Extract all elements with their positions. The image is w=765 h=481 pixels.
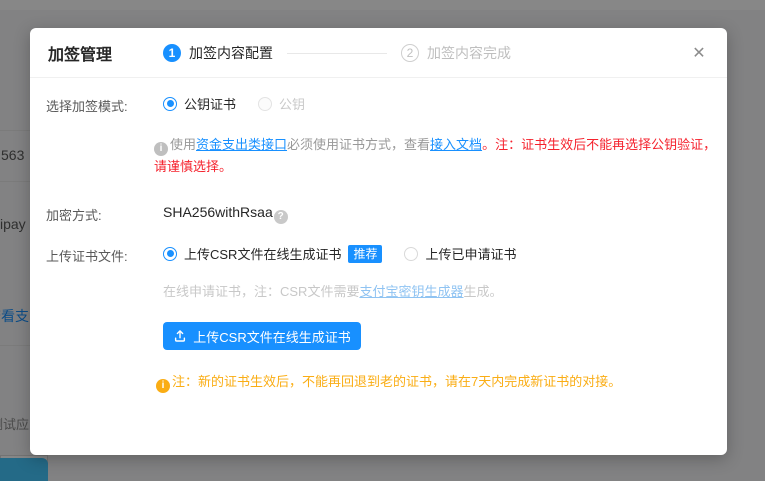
encrypt-algorithm-value: SHA256withRsaa xyxy=(163,204,273,220)
mode-radio-group: 公钥证书 公钥 xyxy=(163,94,305,113)
hint-pre: 在线申请证书，注：CSR文件需要 xyxy=(163,284,359,299)
step-1-circle: 1 xyxy=(163,44,181,62)
upload-radio-group: 上传CSR文件在线生成证书 推荐 上传已申请证书 xyxy=(163,244,516,263)
dialog-header: 加签管理 1 加签内容配置 2 加签内容完成 ✕ xyxy=(30,28,727,78)
cert-mode-note: i使用资金支出类接口必须使用证书方式，查看接入文档。注：证书生效后不能再选择公钥… xyxy=(154,134,726,177)
fund-api-link[interactable]: 资金支出类接口 xyxy=(196,137,287,152)
upload-row-label: 上传证书文件: xyxy=(46,246,128,265)
hint-post: 生成。 xyxy=(463,284,502,299)
step-2-label: 加签内容完成 xyxy=(427,43,511,63)
upload-csr-button[interactable]: 上传CSR文件在线生成证书 xyxy=(163,322,361,350)
note-mid: 必须使用证书方式，查看 xyxy=(287,137,430,152)
info-icon: i xyxy=(154,142,168,156)
question-icon[interactable]: ? xyxy=(274,210,288,224)
csr-hint: 在线申请证书，注：CSR文件需要支付宝密钥生成器生成。 xyxy=(163,281,502,300)
radio-csr-online-label[interactable]: 上传CSR文件在线生成证书 xyxy=(184,244,341,263)
step-connector xyxy=(287,53,387,54)
note-pre: 使用 xyxy=(170,137,196,152)
radio-public-key-cert-label[interactable]: 公钥证书 xyxy=(184,94,236,113)
recommended-badge: 推荐 xyxy=(348,245,382,263)
signature-management-dialog: 加签管理 1 加签内容配置 2 加签内容完成 ✕ 选择加签模式: 公钥证书 公钥… xyxy=(30,28,727,455)
upload-csr-button-label: 上传CSR文件在线生成证书 xyxy=(193,327,350,346)
step-2-circle: 2 xyxy=(401,44,419,62)
radio-public-key-cert[interactable] xyxy=(163,97,177,111)
radio-public-key[interactable] xyxy=(258,97,272,111)
steps-indicator: 1 加签内容配置 2 加签内容完成 xyxy=(163,28,511,78)
key-generator-link[interactable]: 支付宝密钥生成器 xyxy=(359,284,463,299)
encrypt-row-value: SHA256withRsaa? xyxy=(163,204,288,224)
warning-text: 注：新的证书生效后，不能再回退到老的证书，请在7天内完成新证书的对接。 xyxy=(172,374,621,389)
upload-icon xyxy=(173,329,187,343)
mode-row-label: 选择加签模式: xyxy=(46,96,128,115)
radio-public-key-label[interactable]: 公钥 xyxy=(279,94,305,113)
step-1-label: 加签内容配置 xyxy=(189,43,273,63)
cert-switch-warning: i注：新的证书生效后，不能再回退到老的证书，请在7天内完成新证书的对接。 xyxy=(156,371,621,393)
dialog-title: 加签管理 xyxy=(48,28,112,78)
docs-link[interactable]: 接入文档 xyxy=(430,137,482,152)
radio-uploaded-cert-label[interactable]: 上传已申请证书 xyxy=(425,244,516,263)
close-icon[interactable]: ✕ xyxy=(689,28,709,78)
encrypt-row-label: 加密方式: xyxy=(46,205,102,224)
radio-uploaded-cert[interactable] xyxy=(404,247,418,261)
warning-info-icon: i xyxy=(156,379,170,393)
radio-csr-online[interactable] xyxy=(163,247,177,261)
